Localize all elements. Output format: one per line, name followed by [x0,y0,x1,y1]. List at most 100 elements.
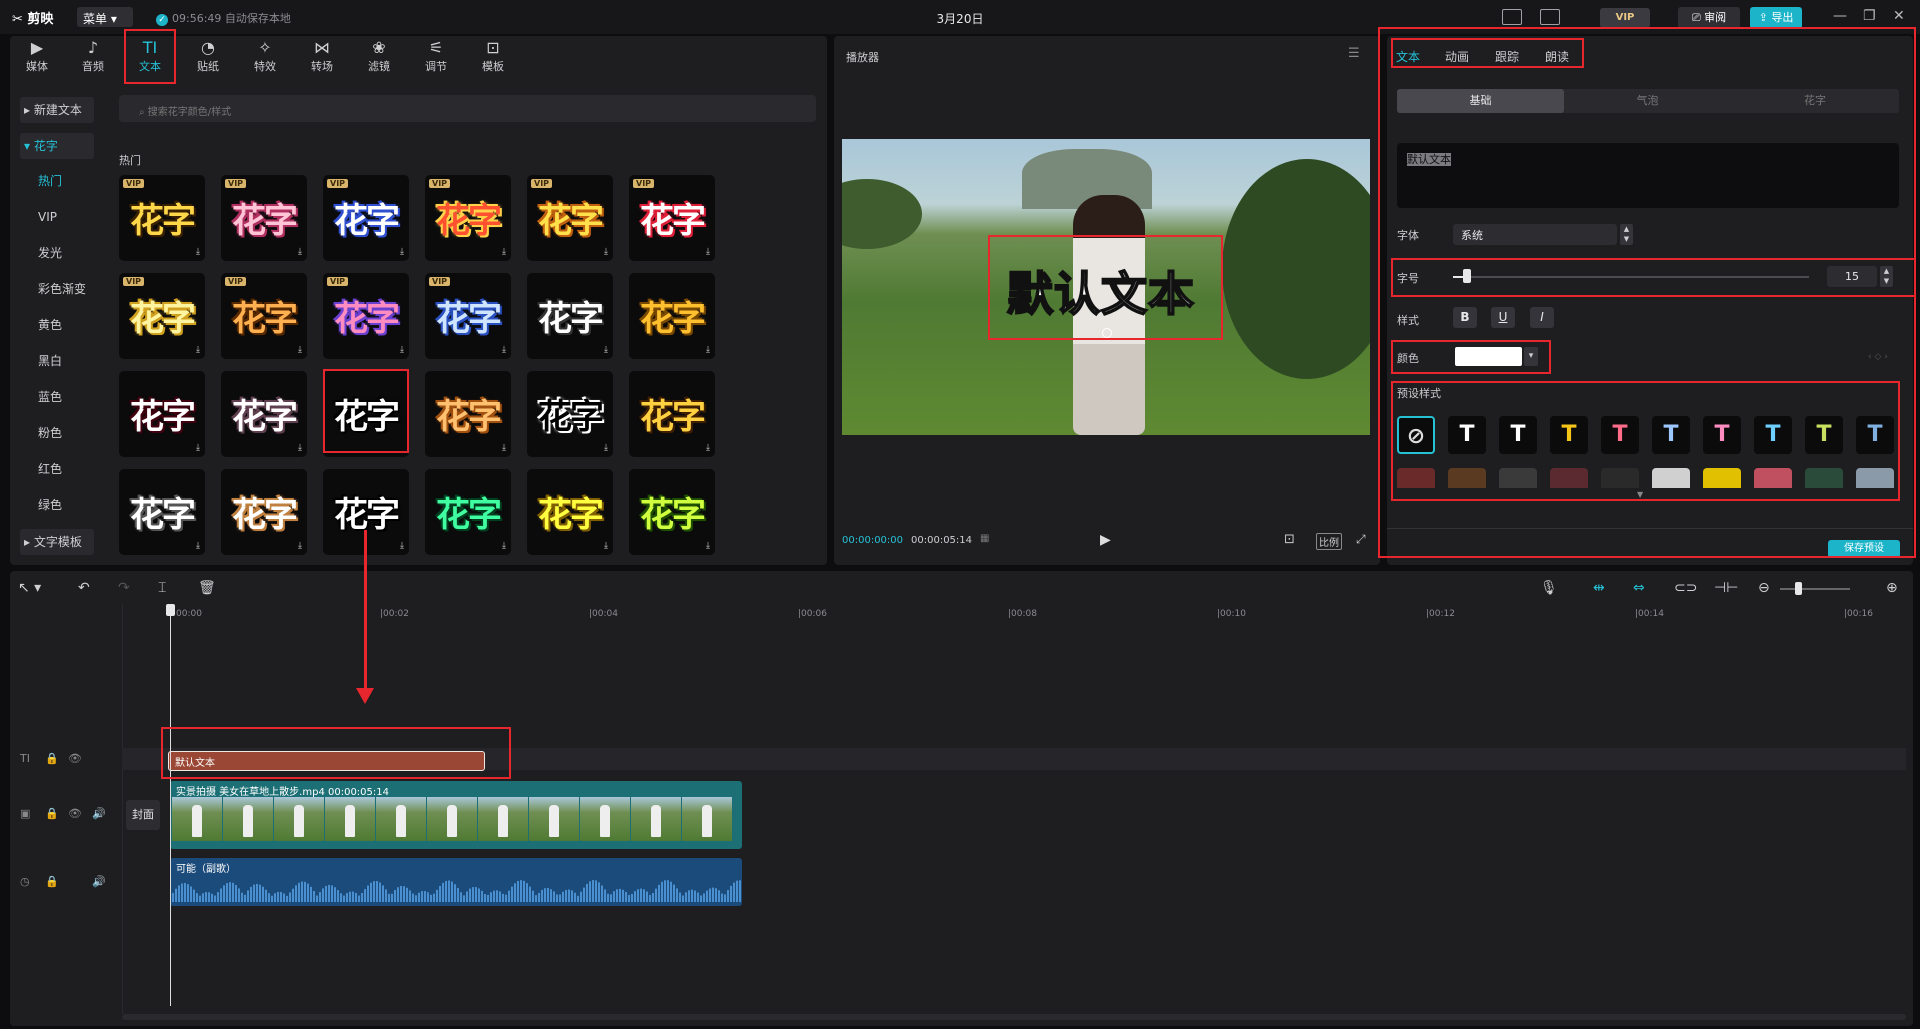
italic-button[interactable]: I [1530,307,1554,328]
maximize-button[interactable]: ❐ [1863,8,1876,24]
download-icon[interactable]: ⤓ [196,345,200,355]
text-effect-tile[interactable]: 花字 ⤓ [629,273,715,359]
size-slider-handle[interactable] [1463,269,1471,283]
download-icon[interactable]: ⤓ [298,247,302,257]
preset-style-tile[interactable] [1703,468,1741,488]
volume-icon[interactable]: 🔊 [92,875,106,888]
preset-style-tile[interactable]: T [1856,416,1894,454]
download-icon[interactable]: ⤓ [604,541,608,551]
layout-icon[interactable] [1540,9,1560,25]
text-effect-tile[interactable]: 花字 VIP ⤓ [323,273,409,359]
text-effect-tile[interactable]: 花字 VIP ⤓ [527,175,613,261]
text-effect-tile[interactable]: 花字 ⤓ [527,469,613,555]
mic-icon[interactable]: 🎙 [1540,580,1558,596]
preset-style-tile[interactable] [1550,468,1588,488]
keyframe-nav-icon[interactable]: ‹ ◇ › [1868,352,1888,362]
download-icon[interactable]: ⤓ [196,443,200,453]
tab-tracking[interactable]: 跟踪 [1495,48,1519,65]
tab-sticker[interactable]: ◔ 贴纸 [184,38,232,74]
zoom-in-icon[interactable]: ⊕ [1886,580,1898,596]
volume-icon[interactable]: 🔊 [92,807,106,820]
export-button[interactable]: ⇪ 导出 [1750,7,1802,29]
vip-badge[interactable]: VIP [1600,8,1650,28]
nav-text-template[interactable]: ▸ 文字模板 [20,529,94,555]
nav-huazi[interactable]: ▾ 花字 [20,133,94,159]
text-effect-tile[interactable]: 花字 VIP ⤓ [425,175,511,261]
font-stepper-icon[interactable]: ▲ ▼ [1620,224,1633,245]
text-content-input[interactable]: 默认文本 [1397,143,1899,208]
cover-button[interactable]: 封面 [126,800,160,830]
preset-style-tile[interactable]: T [1448,416,1486,454]
preset-style-tile[interactable]: T [1550,416,1588,454]
tab-read-aloud[interactable]: 朗读 [1545,48,1569,65]
tab-text-props[interactable]: 文本 [1396,48,1420,65]
nav-bw[interactable]: 黑白 [20,343,94,379]
text-effect-tile[interactable]: 花字 VIP ⤓ [119,175,205,261]
split-icon[interactable]: ⌶ [158,580,166,596]
playhead[interactable] [170,606,171,1006]
tab-adjust[interactable]: ⚟ 调节 [412,38,460,74]
download-icon[interactable]: ⤓ [706,443,710,453]
minimize-button[interactable]: — [1833,8,1847,24]
download-icon[interactable]: ⤓ [706,345,710,355]
segment-huazi[interactable]: 花字 [1731,89,1899,113]
nav-pink[interactable]: 粉色 [20,415,94,451]
preset-style-tile[interactable]: T [1499,416,1537,454]
size-stepper-icon[interactable]: ▲ ▼ [1880,266,1893,287]
size-slider[interactable] [1453,276,1809,278]
preset-style-tile[interactable] [1754,468,1792,488]
text-effect-tile[interactable]: 花字 VIP ⤓ [323,175,409,261]
select-icon[interactable]: ↖ ▾ [18,580,41,596]
search-input[interactable]: ⌕ 搜索花字颜色/样式 [119,95,816,122]
keyboard-icon[interactable] [1502,9,1522,25]
underline-button[interactable]: U [1491,307,1515,328]
text-effect-tile[interactable]: 花字 ⤓ [425,371,511,457]
timeline-scrollbar[interactable] [122,1014,1906,1020]
tab-effects[interactable]: ✧ 特效 [241,38,289,74]
download-icon[interactable]: ⤓ [706,247,710,257]
preset-style-tile[interactable] [1856,468,1894,488]
text-effect-tile[interactable]: 花字 ⤓ [425,469,511,555]
text-effect-tile[interactable]: 花字 VIP ⤓ [629,175,715,261]
tab-filter[interactable]: ❀ 滤镜 [355,38,403,74]
text-effect-tile[interactable]: 花字 ⤓ [629,469,715,555]
text-effect-tile[interactable]: 花字 ⤓ [527,273,613,359]
text-effect-tile[interactable]: 花字 VIP ⤓ [221,175,307,261]
lock-icon[interactable]: 🔒 [45,875,59,888]
tab-text[interactable]: TI 文本 [126,38,174,74]
bold-button[interactable]: B [1453,307,1477,328]
nav-yellow[interactable]: 黄色 [20,307,94,343]
nav-glow[interactable]: 发光 [20,235,94,271]
audio-clip[interactable] [170,858,742,906]
preset-style-tile[interactable]: T [1601,416,1639,454]
nav-red[interactable]: 红色 [20,451,94,487]
link-icon[interactable]: ⇔ [1633,580,1645,596]
preset-style-tile[interactable]: T [1703,416,1741,454]
download-icon[interactable]: ⤓ [400,541,404,551]
download-icon[interactable]: ⤓ [604,345,608,355]
delete-icon[interactable]: 🗑 [198,580,216,596]
text-effect-tile[interactable]: 花字 ⤓ [527,371,613,457]
text-effect-tile[interactable]: 花字 VIP ⤓ [119,273,205,359]
download-icon[interactable]: ⤓ [196,541,200,551]
download-icon[interactable]: ⤓ [298,541,302,551]
tab-template[interactable]: ⊡ 模板 [469,38,517,74]
snap-icon[interactable]: ⇹ [1593,580,1605,596]
text-clip[interactable]: 默认文本 [168,751,485,771]
undo-icon[interactable]: ↶ [78,580,90,596]
download-icon[interactable]: ⤓ [502,247,506,257]
text-effect-tile[interactable]: 花字 [323,371,409,457]
tab-transition[interactable]: ⋈ 转场 [298,38,346,74]
preview-text-overlay[interactable]: 默认文本 [1006,258,1195,324]
rotate-handle-icon[interactable] [1102,328,1112,338]
preset-style-tile[interactable] [1601,468,1639,488]
close-button[interactable]: ✕ [1893,8,1905,24]
redo-icon[interactable]: ↷ [118,580,130,596]
segment-bubble[interactable]: 气泡 [1564,89,1731,113]
preset-style-tile[interactable] [1652,468,1690,488]
preset-none-icon[interactable]: ⊘ [1397,416,1435,454]
save-preset-button[interactable]: 保存预设 [1828,540,1900,558]
lock-icon[interactable]: 🔒 [45,807,59,820]
nav-vip[interactable]: VIP [20,199,94,235]
download-icon[interactable]: ⤓ [706,541,710,551]
